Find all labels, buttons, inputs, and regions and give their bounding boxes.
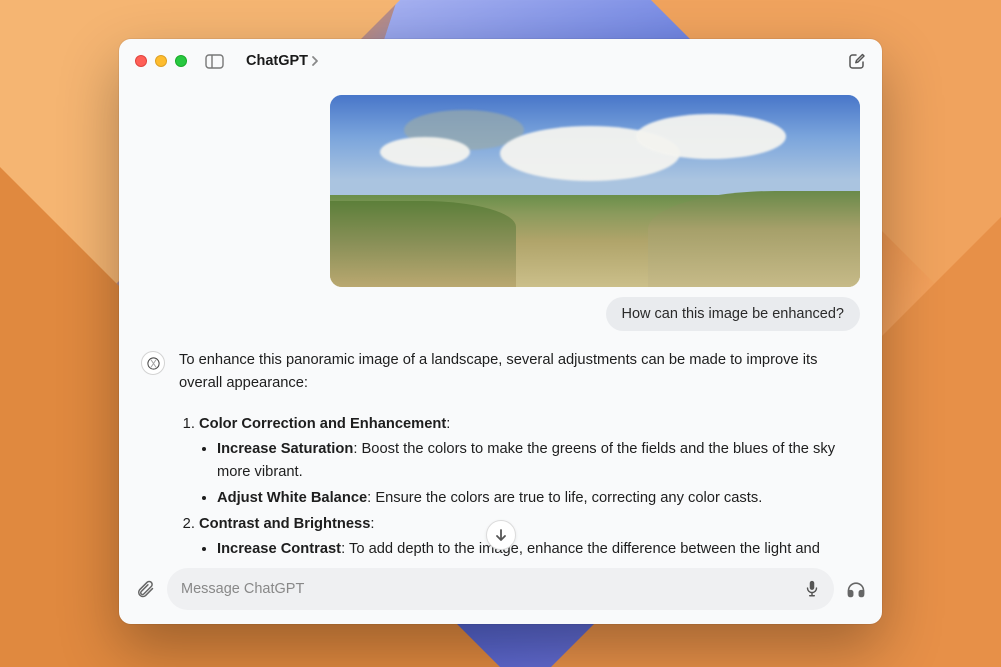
titlebar: ChatGPT (119, 39, 882, 83)
voice-input-button[interactable] (804, 580, 820, 598)
composer (119, 558, 882, 624)
message-input-wrap (167, 568, 834, 610)
compose-icon (848, 52, 866, 70)
window-title-text: ChatGPT (246, 53, 308, 69)
list-item-title: Color Correction and Enhancement (199, 416, 446, 432)
microphone-icon (804, 580, 820, 598)
voice-mode-button[interactable] (846, 579, 866, 599)
arrow-down-icon (494, 528, 508, 542)
list-subitem: Increase Saturation: Boost the colors to… (217, 438, 854, 484)
list-item: Contrast and Brightness: Increase Contra… (199, 513, 854, 558)
user-uploaded-image[interactable] (330, 95, 860, 287)
traffic-lights (135, 55, 187, 67)
chevron-right-icon (311, 55, 319, 67)
app-window: ChatGPT (119, 39, 882, 624)
maximize-window-button[interactable] (175, 55, 187, 67)
sidebar-toggle-button[interactable] (205, 54, 224, 69)
user-message: How can this image be enhanced? (141, 95, 860, 331)
paperclip-icon (135, 579, 155, 599)
assistant-avatar (141, 351, 165, 375)
chat-content: How can this image be enhanced? To enhan… (119, 83, 882, 558)
list-subitem: Adjust White Balance: Ensure the colors … (217, 487, 854, 510)
minimize-window-button[interactable] (155, 55, 167, 67)
headphones-icon (846, 579, 866, 599)
new-chat-button[interactable] (848, 52, 866, 70)
chatgpt-logo-icon (146, 356, 161, 371)
sidebar-icon (205, 54, 224, 69)
assistant-numbered-list: Color Correction and Enhancement: Increa… (179, 413, 854, 558)
close-window-button[interactable] (135, 55, 147, 67)
list-item: Color Correction and Enhancement: Increa… (199, 413, 854, 510)
user-message-text: How can this image be enhanced? (622, 306, 844, 322)
scroll-to-bottom-button[interactable] (486, 520, 516, 550)
window-title[interactable]: ChatGPT (246, 53, 319, 69)
list-subitem: Increase Contrast: To add depth to the i… (217, 538, 854, 558)
assistant-message-body: To enhance this panoramic image of a lan… (179, 349, 860, 558)
message-input[interactable] (181, 581, 804, 597)
list-item-title: Contrast and Brightness (199, 516, 370, 532)
assistant-intro-text: To enhance this panoramic image of a lan… (179, 349, 854, 395)
attach-file-button[interactable] (135, 579, 155, 599)
user-message-bubble: How can this image be enhanced? (606, 297, 860, 331)
